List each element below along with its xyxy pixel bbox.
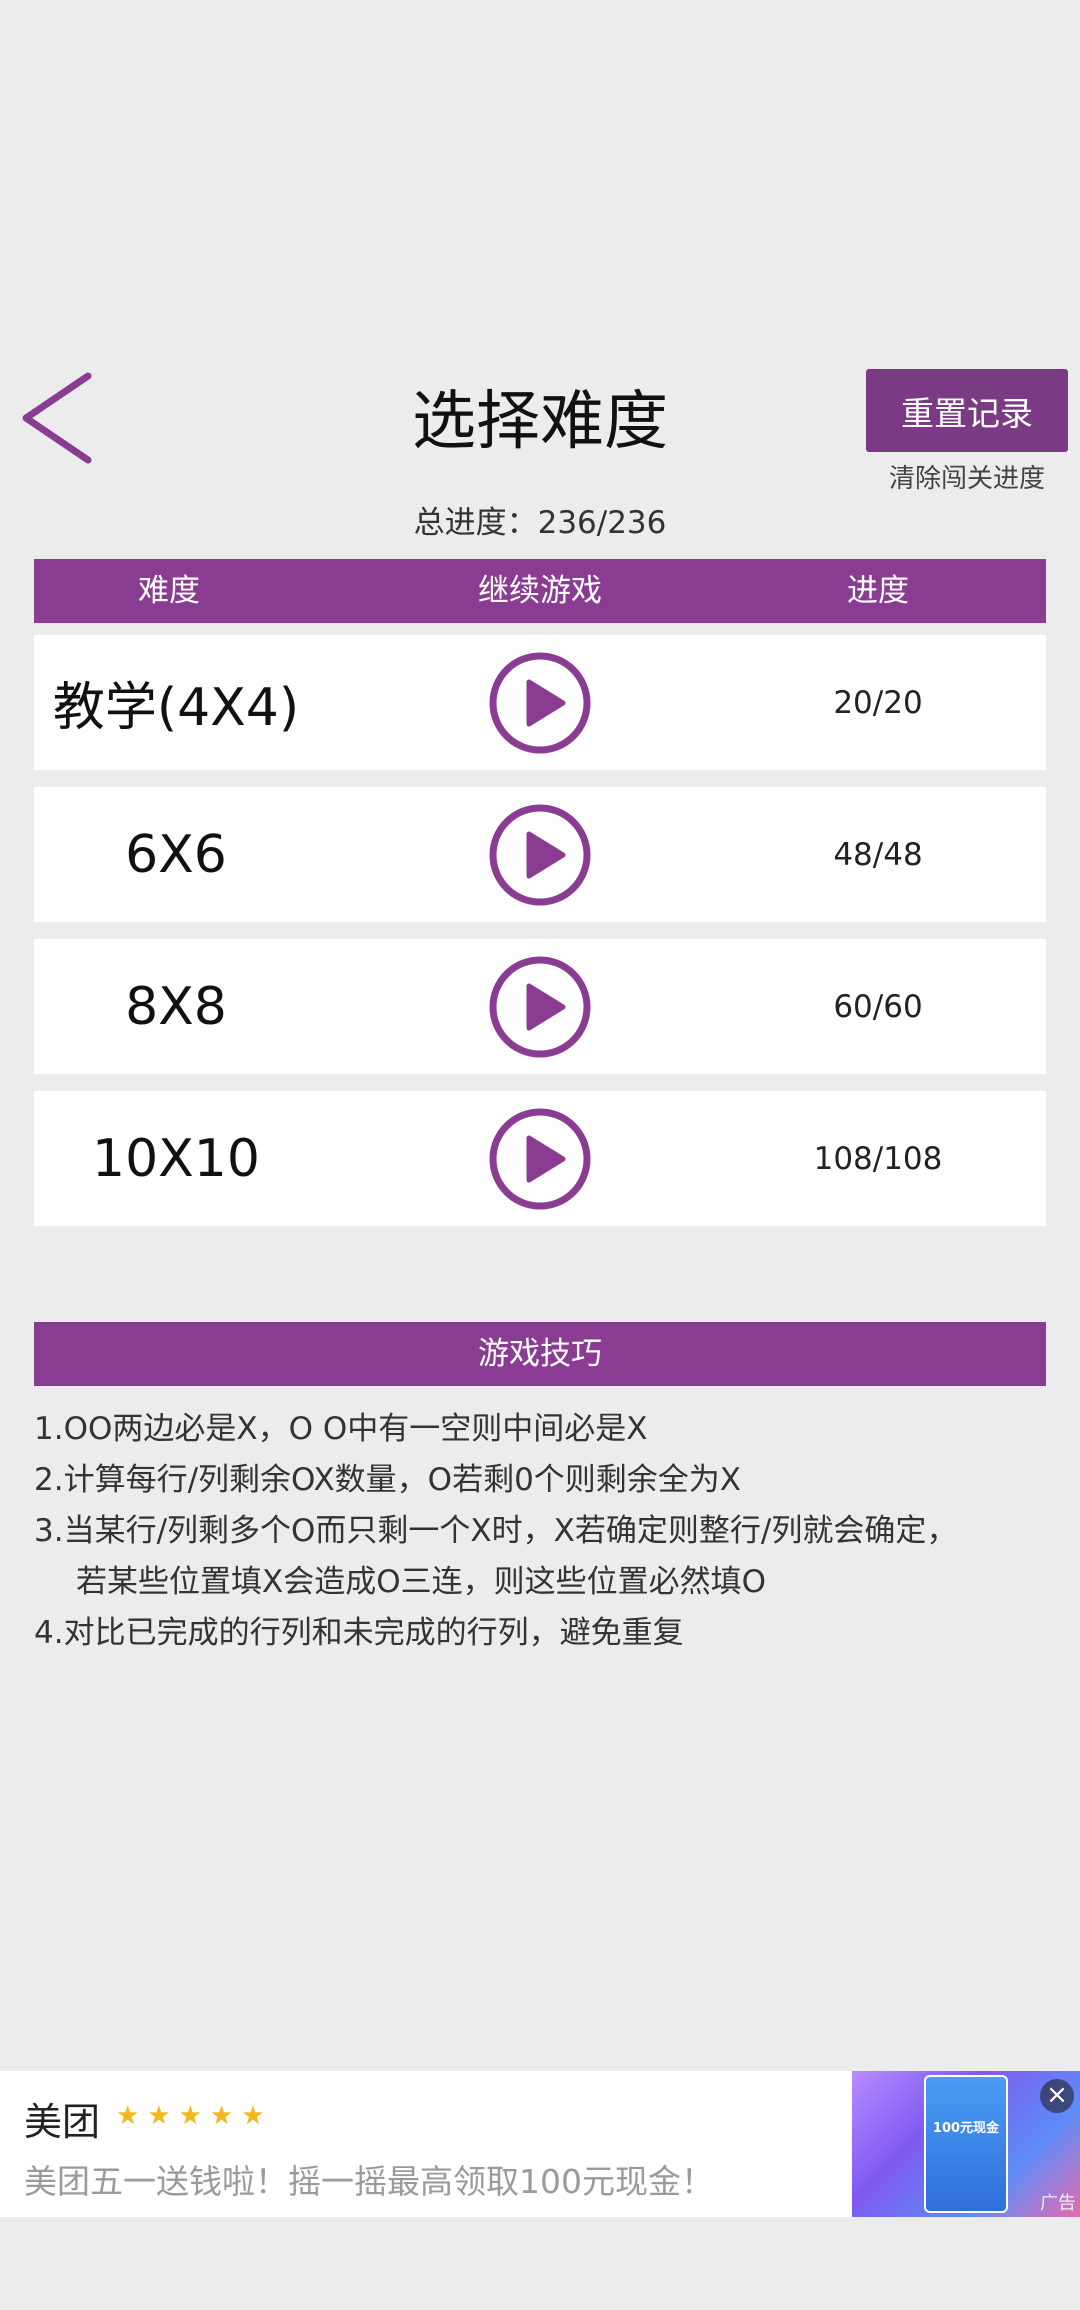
ad-rating-stars: ★★★★★ <box>116 2101 273 2131</box>
ad-label: 广告 <box>1040 2193 1076 2214</box>
play-icon[interactable] <box>488 1107 592 1211</box>
column-header-difficulty: 难度 <box>138 573 200 609</box>
difficulty-progress: 108/108 <box>813 1140 943 1177</box>
tips-header: 游戏技巧 <box>34 1322 1046 1386</box>
ad-banner[interactable]: 美团 ★★★★★ 美团五一送钱啦！摇一摇最高领取100元现金！ 100元现金 ×… <box>0 2071 1080 2217</box>
play-icon[interactable] <box>488 651 592 755</box>
difficulty-name: 10X10 <box>92 1128 260 1189</box>
difficulty-name: 教学(4X4) <box>52 678 300 738</box>
tip-line: 4.对比已完成的行列和未完成的行列，避免重复 <box>34 1615 684 1651</box>
difficulty-progress: 60/60 <box>833 988 923 1025</box>
difficulty-row[interactable]: 10X10 108/108 <box>34 1091 1046 1226</box>
tip-line: 1.OO两边必是X，O O中有一空则中间必是X <box>34 1411 648 1447</box>
column-header-continue: 继续游戏 <box>478 573 602 609</box>
difficulty-name: 6X6 <box>125 824 227 885</box>
total-progress: 总进度：236/236 <box>413 505 667 541</box>
difficulty-progress: 20/20 <box>833 684 923 721</box>
tip-line: 若某些位置填X会造成O三连，则这些位置必然填O <box>76 1564 767 1600</box>
difficulty-row[interactable]: 8X8 60/60 <box>34 939 1046 1074</box>
ad-brand: 美团 <box>24 2100 101 2144</box>
reset-records-button[interactable]: 重置记录 <box>866 369 1068 452</box>
close-icon[interactable]: × <box>1040 2079 1074 2113</box>
ad-image[interactable]: 100元现金 × 广告 <box>852 2071 1080 2217</box>
tip-line: 3.当某行/列剩多个O而只剩一个X时，X若确定则整行/列就会确定， <box>34 1513 958 1549</box>
column-header-progress: 进度 <box>847 573 909 609</box>
difficulty-name: 8X8 <box>125 976 227 1037</box>
table-header: 难度 继续游戏 进度 <box>34 559 1046 623</box>
difficulty-progress: 48/48 <box>833 836 923 873</box>
ad-phone-graphic: 100元现金 <box>924 2075 1008 2213</box>
tips-list: 1.OO两边必是X，O O中有一空则中间必是X 2.计算每行/列剩余OX数量，O… <box>34 1404 1046 1659</box>
play-icon[interactable] <box>488 955 592 1059</box>
play-icon[interactable] <box>488 803 592 907</box>
tip-line: 2.计算每行/列剩余OX数量，O若剩0个则剩余全为X <box>34 1462 742 1498</box>
ad-text: 美团五一送钱啦！摇一摇最高领取100元现金！ <box>24 2162 714 2201</box>
reset-subtitle: 清除闯关进度 <box>888 464 1045 494</box>
ad-image-text: 100元现金 <box>932 2121 1000 2136</box>
difficulty-row[interactable]: 6X6 48/48 <box>34 787 1046 922</box>
difficulty-row[interactable]: 教学(4X4) 20/20 <box>34 635 1046 770</box>
